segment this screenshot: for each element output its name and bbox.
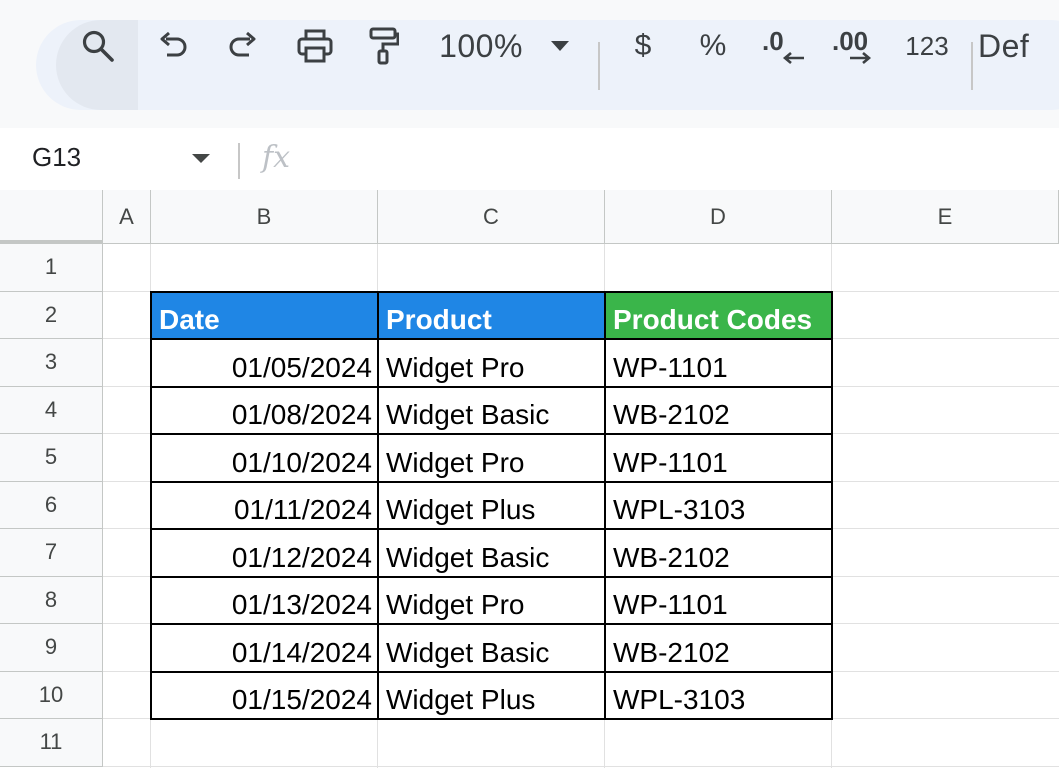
toolbar-divider — [971, 42, 973, 90]
column-header-e[interactable]: E — [832, 190, 1059, 244]
table-border-horizontal — [150, 338, 833, 340]
row-header-5[interactable]: 5 — [0, 434, 103, 482]
table-cell-product[interactable]: Widget Plus — [378, 672, 605, 720]
table-cell-product[interactable]: Widget Basic — [378, 387, 605, 435]
table-cell-product-code[interactable]: WP-1101 — [605, 577, 832, 625]
arrow-right-icon — [850, 52, 872, 64]
table-header-product[interactable]: Product — [378, 291, 605, 339]
print-icon[interactable] — [294, 26, 336, 66]
table-cell-date[interactable]: 01/12/2024 — [151, 529, 378, 577]
decrease-decimal-button[interactable]: .0 — [760, 26, 810, 66]
table-cell-product[interactable]: Widget Plus — [378, 482, 605, 530]
table-cell-date[interactable]: 01/11/2024 — [151, 482, 378, 530]
paint-format-icon[interactable] — [364, 26, 402, 66]
table-cell-product[interactable]: Widget Pro — [378, 339, 605, 387]
table-header-date[interactable]: Date — [151, 291, 378, 339]
table-border-vertical — [150, 290, 152, 720]
table-cell-product[interactable]: Widget Pro — [378, 434, 605, 482]
table-cell-product-code[interactable]: WP-1101 — [605, 339, 832, 387]
column-header-a[interactable]: A — [103, 190, 151, 244]
row-header-2[interactable]: 2 — [0, 291, 103, 339]
table-cell-date[interactable]: 01/08/2024 — [151, 387, 378, 435]
row-header-11[interactable]: 11 — [0, 719, 103, 767]
formula-input[interactable] — [310, 138, 1050, 178]
column-header-c[interactable]: C — [378, 190, 605, 244]
table-cell-product-code[interactable]: WB-2102 — [605, 387, 832, 435]
row-header-8[interactable]: 8 — [0, 576, 103, 624]
table-border-horizontal — [150, 385, 833, 388]
row-header-7[interactable]: 7 — [0, 529, 103, 577]
grid-row-line — [103, 765, 1059, 767]
table-cell-product-code[interactable]: WP-1101 — [605, 434, 832, 482]
table-cell-date[interactable]: 01/14/2024 — [151, 624, 378, 672]
font-select[interactable]: Def — [978, 26, 1059, 66]
table-cell-product-code[interactable]: WPL-3103 — [605, 672, 832, 720]
toolbar-divider — [598, 42, 600, 90]
table-border-horizontal — [150, 575, 833, 578]
table-cell-date[interactable]: 01/05/2024 — [151, 339, 378, 387]
select-all-corner[interactable] — [0, 190, 103, 244]
percent-format-button[interactable]: % — [696, 26, 730, 66]
search-icon[interactable] — [78, 26, 118, 66]
column-header-b[interactable]: B — [151, 190, 378, 244]
zoom-select[interactable]: 100% — [436, 26, 526, 66]
table-border-horizontal — [150, 433, 833, 435]
table-cell-product[interactable]: Widget Pro — [378, 577, 605, 625]
chevron-down-icon[interactable] — [548, 26, 572, 66]
fx-icon: fx — [262, 140, 291, 175]
row-header-3[interactable]: 3 — [0, 339, 103, 387]
increase-decimal-button[interactable]: .00 — [832, 26, 880, 66]
table-cell-product-code[interactable]: WB-2102 — [605, 529, 832, 577]
row-header-1[interactable]: 1 — [0, 244, 103, 292]
table-border-vertical — [377, 290, 379, 720]
table-cell-date[interactable]: 01/10/2024 — [151, 434, 378, 482]
column-header-d[interactable]: D — [605, 190, 832, 244]
row-header-4[interactable]: 4 — [0, 386, 103, 434]
table-border-horizontal — [150, 528, 833, 530]
table-border-vertical — [604, 290, 606, 720]
row-header-10[interactable]: 10 — [0, 671, 103, 719]
table-border-horizontal — [150, 623, 833, 625]
table-border-horizontal — [150, 290, 833, 293]
table-header-product-code[interactable]: Product Codes — [605, 291, 832, 339]
more-formats-button[interactable]: 123 — [904, 26, 950, 66]
currency-format-button[interactable]: $ — [628, 26, 658, 66]
redo-icon[interactable] — [224, 26, 262, 66]
formula-bar-divider — [238, 143, 240, 179]
table-cell-product[interactable]: Widget Basic — [378, 529, 605, 577]
row-header-6[interactable]: 6 — [0, 481, 103, 529]
table-border-vertical — [831, 290, 833, 720]
spreadsheet-grid: ABCDE 1 2 3 4 5 6 7 8 9 10 11 Date Product Product C… — [0, 190, 1059, 768]
table-border-horizontal — [150, 718, 833, 720]
undo-icon[interactable] — [154, 26, 192, 66]
table-border-horizontal — [150, 480, 833, 483]
name-box-dropdown-icon[interactable] — [192, 154, 210, 163]
table-cell-product[interactable]: Widget Basic — [378, 624, 605, 672]
decrease-decimal-label: .0 — [762, 26, 784, 56]
table-cell-date[interactable]: 01/13/2024 — [151, 577, 378, 625]
row-header-9[interactable]: 9 — [0, 624, 103, 672]
table-cell-product-code[interactable]: WB-2102 — [605, 624, 832, 672]
table-border-horizontal — [150, 670, 833, 673]
name-box[interactable]: G13 — [32, 142, 81, 173]
arrow-left-icon — [782, 52, 804, 64]
table-cell-date[interactable]: 01/15/2024 — [151, 672, 378, 720]
table-cell-product-code[interactable]: WPL-3103 — [605, 482, 832, 530]
